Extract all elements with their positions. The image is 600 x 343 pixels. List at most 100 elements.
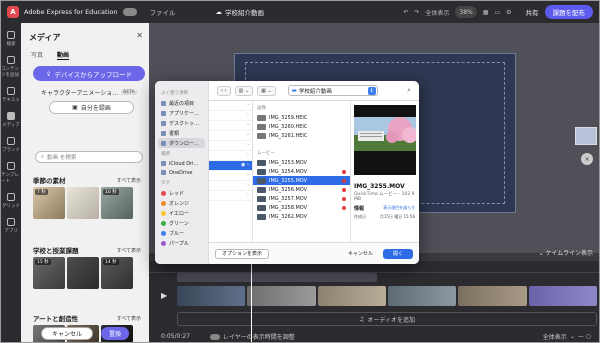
show-options-button[interactable]: オプションを表示 bbox=[215, 248, 270, 259]
file-item[interactable]: IMG_3253.MOV bbox=[253, 158, 350, 167]
rail-item-grid[interactable]: グリッド bbox=[2, 193, 20, 209]
cancel-button[interactable]: キャンセル bbox=[41, 326, 93, 340]
video-thumbnail[interactable]: 14 秒 bbox=[101, 257, 133, 289]
sidebar-item-recents[interactable]: 最近の項目 bbox=[155, 98, 208, 108]
tag-yellow[interactable]: イエロー bbox=[155, 208, 208, 218]
file-item[interactable]: IMG_3262.MOV bbox=[253, 212, 350, 221]
video-thumbnail[interactable]: 7 秒 bbox=[33, 187, 65, 219]
close-icon[interactable]: ✕ bbox=[136, 31, 143, 40]
folder-row[interactable]: › bbox=[209, 121, 252, 131]
settings-icon[interactable]: ⚙ bbox=[506, 9, 511, 16]
sidebar-item-applications[interactable]: アプリケー… bbox=[155, 108, 208, 118]
search-icon: ⌕ bbox=[41, 153, 45, 160]
replace-button[interactable]: 置換 bbox=[101, 326, 129, 340]
sidebar-item-icloud[interactable]: iCloud Dri… bbox=[155, 159, 208, 168]
file-item-selected[interactable]: IMG_3255.MOV bbox=[253, 176, 350, 185]
add-audio-button[interactable]: ♫ オーディオを追加 bbox=[177, 312, 597, 326]
tab-photos[interactable]: 写真 bbox=[31, 50, 43, 60]
video-clip[interactable] bbox=[317, 286, 386, 306]
rail-item-search[interactable]: 検索 bbox=[7, 31, 16, 47]
tag-purple[interactable]: パープル bbox=[155, 238, 208, 248]
dialog-cancel-button[interactable]: キャンセル bbox=[342, 249, 379, 259]
rail-item-text[interactable]: テキスト bbox=[2, 87, 20, 103]
chevron-right-icon: › bbox=[247, 192, 249, 198]
sidebar-item-desktop[interactable]: デスクトッ… bbox=[155, 118, 208, 128]
folder-row[interactable]: › bbox=[209, 191, 252, 201]
file-item[interactable]: IMG_3261.HEIC bbox=[253, 131, 350, 140]
video-thumbnail[interactable]: 10 秒 bbox=[101, 187, 133, 219]
video-search-input[interactable]: ⌕ 動画 を検索 bbox=[35, 151, 143, 163]
file-item[interactable]: IMG_3254.MOV bbox=[253, 167, 350, 176]
adobe-express-logo-icon[interactable]: A bbox=[7, 6, 19, 18]
tag-green[interactable]: グリーン bbox=[155, 218, 208, 228]
folder-row[interactable]: › bbox=[209, 141, 252, 151]
sidebar-item-documents[interactable]: 書類 bbox=[155, 128, 208, 138]
file-item[interactable]: IMG_3256.MOV bbox=[253, 185, 350, 194]
sidebar-item-onedrive[interactable]: OneDrive bbox=[155, 168, 208, 177]
folder-row-selected[interactable]: ◉ › bbox=[209, 161, 252, 171]
edu-toggle[interactable] bbox=[123, 8, 138, 16]
publish-assignment-button[interactable]: 課題を配布 bbox=[544, 5, 593, 19]
undo-icon[interactable]: ↶ bbox=[403, 9, 408, 16]
share-button[interactable]: 共有 bbox=[526, 7, 539, 17]
close-icon[interactable]: × bbox=[581, 153, 593, 165]
video-clip[interactable] bbox=[458, 286, 527, 306]
rail-item-media[interactable]: メディア bbox=[2, 112, 20, 128]
toggle-switch[interactable] bbox=[209, 333, 220, 340]
playhead[interactable] bbox=[251, 261, 252, 342]
see-all-link[interactable]: すべて表示 bbox=[117, 315, 141, 322]
record-yourself-button[interactable]: ▣ 自分を録画 bbox=[49, 101, 134, 114]
video-clip[interactable] bbox=[177, 286, 246, 306]
tag-red[interactable]: レッド bbox=[155, 188, 208, 198]
layer-duration-toggle[interactable]: レイヤーの表示時間を調整 bbox=[209, 332, 295, 341]
tag-blue[interactable]: ブルー bbox=[155, 228, 208, 238]
upload-from-device-button[interactable]: ⇪ デバイスからアップロード bbox=[33, 66, 145, 81]
back-forward-buttons[interactable]: ‹ › bbox=[217, 85, 231, 96]
file-item[interactable]: IMG_3260.HEIC bbox=[253, 122, 350, 131]
rail-item-apps[interactable]: アプリ bbox=[4, 218, 18, 234]
group-button[interactable]: ▦ ⌄ bbox=[257, 85, 276, 96]
document-title[interactable]: ☁ 学校紹介動画 bbox=[215, 7, 264, 17]
folder-row[interactable]: › bbox=[209, 131, 252, 141]
character-animation-item[interactable]: キャラクターアニメーショ… BETA bbox=[41, 88, 137, 97]
show-less-link[interactable]: 表示項目を減らす bbox=[383, 205, 415, 212]
location-select[interactable]: ▬ 学校紹介動画 ⇕ bbox=[287, 85, 378, 96]
comment-icon[interactable]: ▭ bbox=[494, 9, 500, 16]
tab-videos[interactable]: 動画 bbox=[57, 50, 70, 60]
video-clip[interactable] bbox=[528, 286, 597, 306]
redo-icon[interactable]: ↷ bbox=[414, 9, 419, 16]
zoom-controls[interactable]: 全体表示 ⌄ — ○ bbox=[543, 332, 599, 341]
view-all-label[interactable]: 全体表示 bbox=[425, 8, 449, 17]
folder-row[interactable]: › bbox=[209, 181, 252, 191]
folder-row[interactable]: › bbox=[209, 171, 252, 181]
timeline-view-toggle[interactable]: ⌄ ケイムライン表示 bbox=[539, 248, 593, 257]
zoom-slider[interactable]: — ○ bbox=[578, 333, 591, 340]
play-icon[interactable]: ▶ bbox=[161, 291, 167, 300]
tag-orange[interactable]: オレンジ bbox=[155, 198, 208, 208]
search-icon[interactable]: ⌕ bbox=[407, 86, 411, 95]
rail-item-add-content[interactable]: コンテンツを追加 bbox=[1, 56, 21, 78]
rail-item-templates[interactable]: テンプレート bbox=[1, 162, 21, 184]
open-button[interactable]: 開く bbox=[383, 248, 413, 259]
see-all-link[interactable]: すべて表示 bbox=[117, 177, 141, 184]
overlay-track[interactable] bbox=[177, 273, 377, 282]
video-thumbnail[interactable]: 15 秒 bbox=[33, 257, 65, 289]
file-item[interactable]: IMG_3258.MOV bbox=[253, 203, 350, 212]
see-all-link[interactable]: すべて表示 bbox=[117, 247, 141, 254]
video-clip[interactable] bbox=[387, 286, 457, 306]
folder-row[interactable]: › bbox=[209, 151, 252, 161]
rail-item-brand[interactable]: ブランド bbox=[2, 137, 20, 153]
zoom-level[interactable]: 38% bbox=[455, 6, 477, 18]
file-item[interactable]: IMG_3259.HEIC bbox=[253, 113, 350, 122]
grid-icon[interactable]: ▦ bbox=[483, 9, 489, 16]
video-clip[interactable] bbox=[247, 286, 316, 306]
video-thumbnail[interactable] bbox=[67, 187, 99, 219]
column-view-button[interactable]: ▥ ⌄ bbox=[234, 85, 254, 96]
folder-row[interactable]: › bbox=[209, 101, 252, 111]
folder-row[interactable]: › bbox=[209, 111, 252, 121]
file-item[interactable]: IMG_3257.MOV bbox=[253, 194, 350, 203]
video-thumbnail[interactable] bbox=[67, 257, 99, 289]
scene-thumbnail[interactable] bbox=[575, 127, 597, 145]
sidebar-item-downloads[interactable]: ダウンロー… bbox=[158, 138, 205, 148]
file-menu[interactable]: ファイル bbox=[149, 7, 175, 17]
